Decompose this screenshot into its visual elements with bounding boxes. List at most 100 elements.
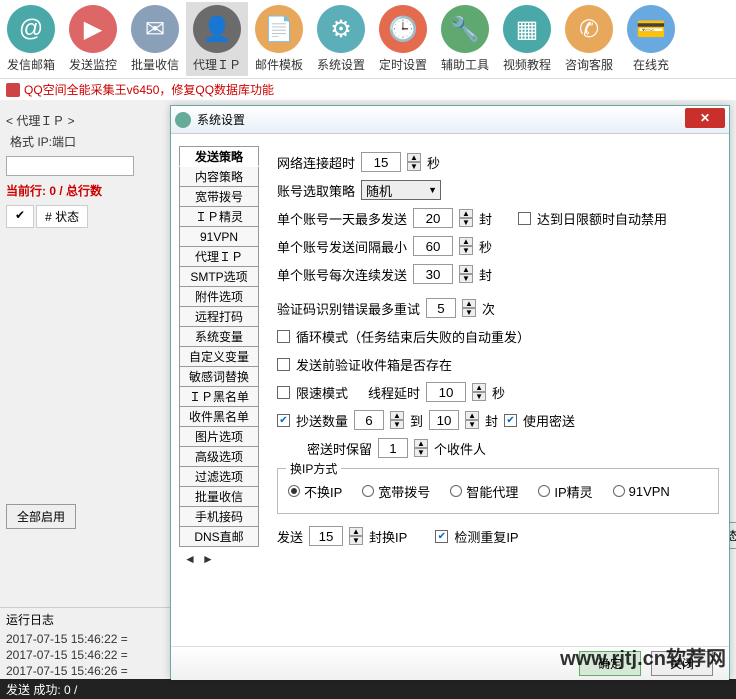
nav-item-12[interactable]: ＩＰ黑名单 [179, 386, 259, 407]
captcha-retry-input[interactable] [426, 298, 456, 318]
unit: 次 [482, 299, 495, 318]
account-strategy-label: 账号选取策略 [277, 181, 355, 200]
consec-label: 单个账号每次连续发送 [277, 265, 407, 284]
toolbar-5[interactable]: ⚙系统设置 [310, 2, 372, 76]
spinner[interactable]: ▲▼ [349, 527, 363, 545]
nav-item-6[interactable]: SMTP选项 [179, 266, 259, 287]
toolbar-3[interactable]: 👤代理ＩＰ [186, 2, 248, 76]
unit: 秒 [479, 237, 492, 256]
max-per-day-input[interactable] [413, 208, 453, 228]
nav-item-10[interactable]: 自定义变量 [179, 346, 259, 367]
use-bcc-checkbox[interactable] [504, 414, 517, 427]
detect-repeat-checkbox[interactable] [435, 530, 448, 543]
toolbar-6[interactable]: 🕒定时设置 [372, 2, 434, 76]
settings-form: 网络连接超时 ▲▼ 秒 账号选取策略 随机 单个账号一天最多发送 ▲▼ 封 达到… [259, 134, 729, 646]
nav-item-2[interactable]: 宽带拨号 [179, 186, 259, 207]
log-panel: 运行日志 2017-07-15 15:46:22 =2017-07-15 15:… [0, 607, 170, 679]
toolbar-7[interactable]: 🔧辅助工具 [434, 2, 496, 76]
ip-mode-radio-1[interactable] [362, 485, 374, 497]
ip-mode-option-0: 不换IP [304, 482, 342, 501]
nav-item-11[interactable]: 敏感词替换 [179, 366, 259, 387]
ip-mode-radio-4[interactable] [613, 485, 625, 497]
toolbar-icon: 💳 [627, 5, 675, 53]
unit: 封 [485, 411, 498, 430]
close-icon[interactable]: ✕ [685, 108, 725, 128]
toolbar-8[interactable]: ▦视频教程 [496, 2, 558, 76]
cc-to-input[interactable] [429, 410, 459, 430]
cc-from-input[interactable] [354, 410, 384, 430]
max-per-day-label: 单个账号一天最多发送 [277, 209, 407, 228]
ip-mode-option-2: 智能代理 [466, 482, 518, 501]
nav-item-7[interactable]: 附件选项 [179, 286, 259, 307]
account-strategy-select[interactable]: 随机 [361, 180, 441, 200]
nav-item-5[interactable]: 代理ＩＰ [179, 246, 259, 267]
spinner[interactable]: ▲▼ [414, 439, 428, 457]
spinner[interactable]: ▲▼ [459, 237, 473, 255]
toolbar-label: 系统设置 [317, 56, 365, 73]
nav-item-15[interactable]: 高级选项 [179, 446, 259, 467]
nav-item-19[interactable]: DNS直邮 [179, 526, 259, 547]
thread-delay-label: 线程延时 [368, 383, 420, 402]
ip-port-input[interactable] [6, 156, 134, 176]
net-timeout-input[interactable] [361, 152, 401, 172]
limit-mode-checkbox[interactable] [277, 386, 290, 399]
toolbar-icon: ✆ [565, 5, 613, 53]
consec-input[interactable] [413, 264, 453, 284]
use-bcc-label: 使用密送 [523, 411, 575, 430]
nav-prev-icon[interactable]: ◄ [183, 552, 197, 566]
nav-next-icon[interactable]: ► [201, 552, 215, 566]
left-title: < 代理ＩＰ > [0, 110, 140, 131]
toolbar-4[interactable]: 📄邮件模板 [248, 2, 310, 76]
spinner[interactable]: ▲▼ [407, 153, 421, 171]
nav-item-8[interactable]: 远程打码 [179, 306, 259, 327]
toolbar-1[interactable]: ▶发送监控 [62, 2, 124, 76]
ip-mode-radio-0[interactable] [288, 485, 300, 497]
nav-item-9[interactable]: 系统变量 [179, 326, 259, 347]
enable-all-button[interactable]: 全部启用 [6, 504, 76, 529]
nav-item-1[interactable]: 内容策略 [179, 166, 259, 187]
col-checkbox[interactable]: ✔ [6, 205, 34, 228]
spinner[interactable]: ▲▼ [459, 209, 473, 227]
nav-item-13[interactable]: 收件黑名单 [179, 406, 259, 427]
daily-limit-checkbox[interactable] [518, 212, 531, 225]
verify-exist-checkbox[interactable] [277, 358, 290, 371]
spinner[interactable]: ▲▼ [462, 299, 476, 317]
toolbar-label: 发信邮箱 [7, 56, 55, 73]
unit: 封 [479, 265, 492, 284]
daily-limit-label: 达到日限额时自动禁用 [537, 209, 667, 228]
toolbar-9[interactable]: ✆咨询客服 [558, 2, 620, 76]
spinner[interactable]: ▲▼ [390, 411, 404, 429]
toolbar-label: 在线充 [633, 56, 669, 73]
toolbar-label: 发送监控 [69, 56, 117, 73]
nav-item-18[interactable]: 手机接码 [179, 506, 259, 527]
toolbar-10[interactable]: 💳 在线充 [620, 2, 682, 76]
ip-mode-radio-2[interactable] [450, 485, 462, 497]
spinner[interactable]: ▲▼ [459, 265, 473, 283]
toolbar-0[interactable]: @ 发信邮箱 [0, 2, 62, 76]
nav-item-16[interactable]: 过滤选项 [179, 466, 259, 487]
send-q-label: 发送 [277, 527, 303, 546]
thread-delay-input[interactable] [426, 382, 466, 402]
toolbar-icon: @ [7, 5, 55, 53]
nav-item-14[interactable]: 图片选项 [179, 426, 259, 447]
dialog-icon [175, 112, 191, 128]
detect-repeat-label: 检测重复IP [454, 527, 518, 546]
spinner[interactable]: ▲▼ [472, 383, 486, 401]
spinner[interactable]: ▲▼ [465, 411, 479, 429]
nav-item-3[interactable]: ＩＰ精灵 [179, 206, 259, 227]
ip-mode-radio-3[interactable] [538, 485, 550, 497]
limit-mode-label: 限速模式 [296, 383, 348, 402]
dialog-title: 系统设置 [197, 111, 245, 128]
nav-item-0[interactable]: 发送策略 [179, 146, 259, 167]
cc-count-label: 抄送数量 [296, 411, 348, 430]
nav-item-4[interactable]: 91VPN [179, 226, 259, 247]
send-q-input[interactable] [309, 526, 343, 546]
min-interval-input[interactable] [413, 236, 453, 256]
loop-mode-checkbox[interactable] [277, 330, 290, 343]
keep-n-input[interactable] [378, 438, 408, 458]
dialog-titlebar[interactable]: 系统设置 ✕ [171, 106, 729, 134]
toolbar-2[interactable]: ✉批量收信 [124, 2, 186, 76]
cc-count-checkbox[interactable] [277, 414, 290, 427]
ip-mode-option-3: IP精灵 [554, 482, 592, 501]
nav-item-17[interactable]: 批量收信 [179, 486, 259, 507]
